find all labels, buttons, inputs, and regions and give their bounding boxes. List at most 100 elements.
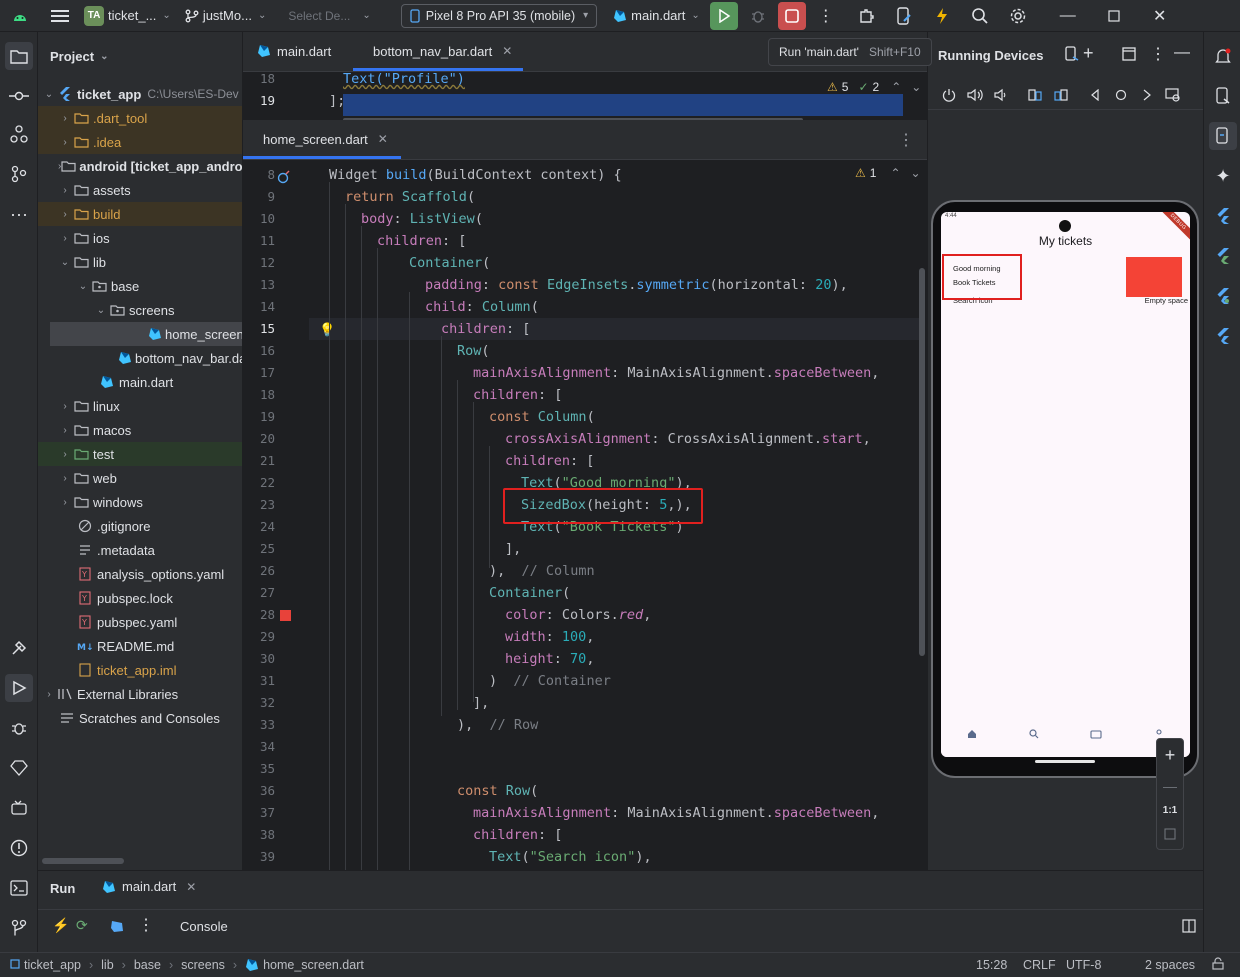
maximize-icon[interactable]: [1096, 9, 1132, 22]
breadcrumb-item[interactable]: home_screen.dart: [263, 958, 364, 972]
tree-item-lib[interactable]: ⌄ lib: [38, 250, 242, 274]
more-options-icon[interactable]: ⋮: [138, 915, 154, 935]
problems-tool-icon[interactable]: [5, 834, 33, 862]
tree-item-android[interactable]: › android [ticket_app_andro: [38, 154, 242, 178]
android-logo-icon[interactable]: [6, 10, 34, 22]
tree-item-build[interactable]: › build: [38, 202, 242, 226]
volume-up-icon[interactable]: [962, 82, 988, 108]
gear-icon[interactable]: [1004, 7, 1032, 25]
plugins-icon[interactable]: [852, 7, 880, 25]
screenshot-icon[interactable]: [1160, 82, 1186, 108]
app-inspection-icon[interactable]: [5, 794, 33, 822]
chevron-down-icon[interactable]: ⌄: [911, 80, 921, 94]
tree-item-macos[interactable]: › macos: [38, 418, 242, 442]
commit-tool-icon[interactable]: [5, 82, 33, 110]
flutter-performance-icon[interactable]: [1209, 282, 1237, 310]
more-tabs-icon[interactable]: ⋮: [898, 130, 914, 150]
vertical-scrollbar[interactable]: [919, 268, 925, 656]
search-icon[interactable]: [966, 7, 994, 25]
inspection-widget[interactable]: ⚠ 1 ⌃ ⌄: [855, 166, 921, 180]
tree-item-main-dart[interactable]: main.dart: [38, 370, 242, 394]
indent-setting[interactable]: 2 spaces: [1145, 958, 1195, 972]
override-marker-icon[interactable]: [277, 170, 291, 187]
tree-item-windows[interactable]: › windows: [38, 490, 242, 514]
run-button[interactable]: [709, 1, 738, 30]
rotate-right-icon[interactable]: [1048, 82, 1074, 108]
top-code-area[interactable]: 18 19 Text("Profile") ]; ⚠ 5 ✓ 2 ⌃ ⌄: [243, 72, 928, 120]
breadcrumb-item[interactable]: screens: [181, 958, 225, 972]
gemini-icon[interactable]: ✦: [1209, 162, 1237, 190]
back-icon[interactable]: [1082, 82, 1108, 108]
tree-item-external-libraries[interactable]: › External Libraries: [38, 682, 242, 706]
tree-item-assets[interactable]: › assets: [38, 178, 242, 202]
tab-bottom-nav-bar[interactable]: bottom_nav_bar.dart ✕: [353, 31, 523, 71]
device-manager-icon[interactable]: [1209, 82, 1237, 110]
running-devices-icon[interactable]: [1209, 122, 1237, 150]
vcs-branch-selector[interactable]: justMo... ⌄: [185, 8, 266, 23]
device-screen[interactable]: 4:44 DEBUG My tickets Good morning Book …: [941, 212, 1190, 757]
project-switcher[interactable]: TA ticket_... ⌄: [84, 5, 171, 26]
device-selector[interactable]: Pixel 8 Pro API 35 (mobile) ▾: [400, 3, 598, 28]
debug-icon[interactable]: [744, 8, 772, 24]
gem-tool-icon[interactable]: [5, 754, 33, 782]
tree-item-base[interactable]: ⌄ base: [38, 274, 242, 298]
layout-toggle-icon[interactable]: [1182, 919, 1196, 936]
debug-tool-icon[interactable]: [5, 714, 33, 742]
overview-icon[interactable]: [1134, 82, 1160, 108]
device-tab-icon[interactable]: [1064, 46, 1080, 65]
tree-item-bottom-nav-bar[interactable]: bottom_nav_bar.dart: [38, 346, 242, 370]
project-tool-icon[interactable]: [5, 42, 33, 70]
volume-down-icon[interactable]: [988, 82, 1014, 108]
tab-main-dart[interactable]: main.dart: [243, 31, 353, 71]
breadcrumb-item[interactable]: ticket_app: [24, 958, 81, 972]
tree-item-readme[interactable]: M↓ README.md: [38, 634, 242, 658]
lock-icon[interactable]: [1212, 957, 1224, 973]
flutter-inspector-icon[interactable]: [1209, 202, 1237, 230]
add-device-icon[interactable]: +: [1083, 43, 1094, 64]
tree-item-dart-tool[interactable]: › .dart_tool: [38, 106, 242, 130]
stop-button[interactable]: [777, 1, 806, 30]
close-tab-icon[interactable]: ✕: [378, 132, 388, 146]
breadcrumb-item[interactable]: base: [134, 958, 161, 972]
notifications-icon[interactable]: [1209, 42, 1237, 70]
tree-item-analysis-options[interactable]: Y analysis_options.yaml: [38, 562, 242, 586]
search-icon[interactable]: [1029, 727, 1039, 742]
main-code-area[interactable]: 8 9 10 11 12 13 14 15 16 17 18 19 20 21 22 23 24 25 26 27 28…: [243, 160, 928, 870]
project-horizontal-scrollbar[interactable]: [42, 858, 124, 864]
tree-item-metadata[interactable]: .metadata: [38, 538, 242, 562]
tree-item-linux[interactable]: › linux: [38, 394, 242, 418]
inspection-widget[interactable]: ⚠ 5 ✓ 2 ⌃ ⌄: [827, 80, 921, 94]
chevron-down-icon[interactable]: ⌄: [911, 166, 921, 180]
tree-item-scratches[interactable]: Scratches and Consoles: [38, 706, 242, 730]
project-panel-header[interactable]: Project ⌄: [38, 32, 242, 80]
close-icon[interactable]: ✕: [1142, 6, 1178, 26]
ticket-icon[interactable]: [1090, 727, 1102, 742]
run-tool-icon[interactable]: [5, 674, 33, 702]
hot-reload-icon[interactable]: ⚡: [52, 917, 69, 934]
main-menu-icon[interactable]: [46, 9, 74, 23]
tree-item-pubspec-yaml[interactable]: Y pubspec.yaml: [38, 610, 242, 634]
zoom-out-icon[interactable]: —: [1163, 778, 1177, 794]
power-icon[interactable]: [936, 82, 962, 108]
build-tool-icon[interactable]: [5, 634, 33, 662]
tree-item-ios[interactable]: › ios: [38, 226, 242, 250]
layout-icon[interactable]: [1122, 47, 1136, 64]
device-manager-icon[interactable]: [890, 6, 918, 25]
tree-item-idea[interactable]: › .idea: [38, 130, 242, 154]
chevron-up-icon[interactable]: ⌃: [891, 80, 901, 94]
minimize-icon[interactable]: —: [1050, 7, 1086, 25]
lightbulb-icon[interactable]: 💡: [319, 322, 335, 338]
tree-item-pubspec-lock[interactable]: Y pubspec.lock: [38, 586, 242, 610]
chevron-up-icon[interactable]: ⌃: [890, 166, 900, 180]
zoom-fit-icon[interactable]: [1164, 828, 1176, 843]
run-config-selector[interactable]: main.dart ⌄: [613, 8, 700, 23]
flutter-devtools-icon[interactable]: [1209, 322, 1237, 350]
run-tab-main-dart[interactable]: main.dart ✕: [102, 879, 196, 894]
home-icon[interactable]: [967, 727, 977, 742]
breadcrumb-item[interactable]: lib: [101, 958, 114, 972]
close-tab-icon[interactable]: ✕: [186, 880, 196, 894]
home-icon[interactable]: [1108, 82, 1134, 108]
terminal-tool-icon[interactable]: [5, 874, 33, 902]
close-tab-icon[interactable]: ✕: [502, 44, 512, 58]
structure-tool-icon[interactable]: [5, 120, 33, 148]
